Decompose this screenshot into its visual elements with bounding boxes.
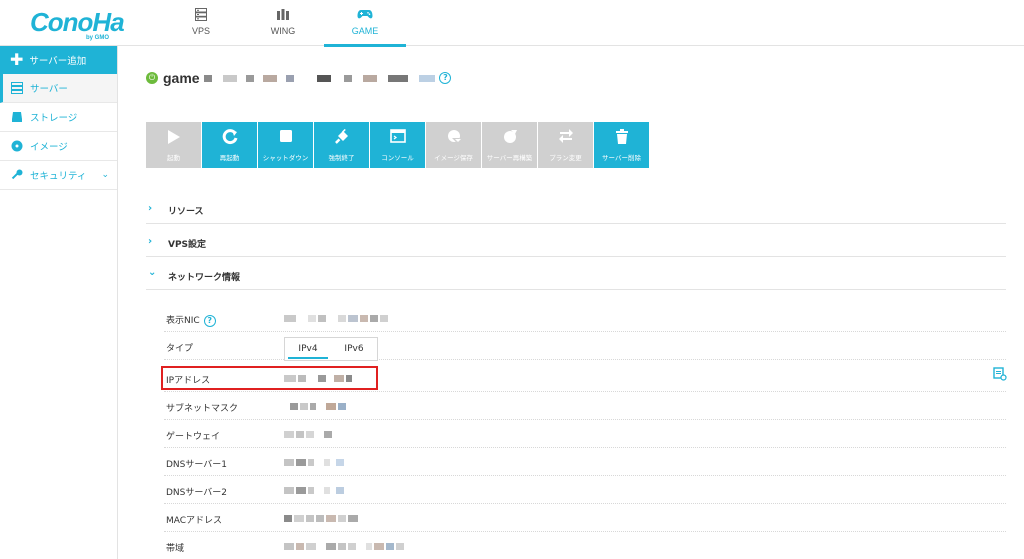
wing-icon [277,9,289,20]
row-label: DNSサーバー2 [166,488,228,498]
row-label: DNSサーバー1 [166,460,228,470]
ip-address-highlight [161,366,378,390]
save-image-label: イメージ保存 [434,154,473,162]
logo-sub: by GMO [86,35,110,41]
rebuild-label: サーバー再構築 [486,154,533,162]
console-button[interactable]: コンソール [370,122,425,168]
console-icon [389,129,406,143]
sidebar-item-label: サーバー [30,84,68,95]
chevron-right-icon: › [148,236,153,247]
row-label: タイプ [166,344,194,354]
row-value-redacted [284,543,406,559]
row-label: 帯域 [166,544,185,554]
server-icon [10,82,23,95]
ipv6-option[interactable]: IPv6 [331,338,377,360]
network-row-gateway: ゲートウェイ [164,420,1006,448]
save-image-button[interactable]: イメージ保存 [426,122,481,168]
network-row-dns2: DNSサーバー2 [164,476,1006,504]
sidebar-item-label: イメージ [30,142,68,153]
tab-game[interactable]: GAME [324,0,406,47]
force-stop-button[interactable]: 強制終了 [314,122,369,168]
key-icon [10,169,23,182]
sidebar-item-label: ストレージ [30,113,78,124]
plan-change-button[interactable]: プラン変更 [538,122,593,168]
help-icon[interactable]: ? [439,71,452,84]
image-save-icon [447,130,461,142]
trash-icon [615,129,628,144]
row-label: MACアドレス [166,516,223,526]
shutdown-label: シャットダウン [262,154,309,162]
sidebar-item-image[interactable]: イメージ [0,132,117,161]
server-name: game [163,69,200,86]
server-icon [195,8,207,21]
ipv4-option[interactable]: IPv4 [285,338,331,360]
add-server-label: サーバー追加 [29,56,87,67]
main-content: ⏻ game ? 起動 再起動 シャットダウン 強制終了 コンソール イメージ保… [118,46,1024,559]
sidebar: ✚ サーバー追加 サーバー ストレージ イメージ セキュリティ ⌄ [0,46,118,559]
restart-label: 再起動 [219,154,240,162]
server-name-redacted [203,68,436,87]
row-label: サブネットマスク [166,404,239,414]
network-row-subnet: サブネットマスク [164,392,1006,420]
network-row-nic: 表示NIC? [164,304,1006,332]
ip-type-toggle: IPv4 IPv6 [284,337,378,361]
row-label: ゲートウェイ [166,432,221,442]
action-toolbar: 起動 再起動 シャットダウン 強制終了 コンソール イメージ保存 サーバー再構築 [146,122,650,168]
section-vps-settings[interactable]: › VPS設定 [146,227,1006,257]
tab-wing[interactable]: WING [242,0,324,46]
network-row-dns1: DNSサーバー1 [164,448,1006,476]
power-status-icon: ⏻ [146,71,158,84]
tab-vps-label: VPS [191,26,210,36]
start-button[interactable]: 起動 [146,122,201,168]
chevron-down-icon: ⌄ [148,267,157,278]
delete-server-label: サーバー削除 [602,154,641,162]
plan-change-label: プラン変更 [549,154,582,162]
section-resource[interactable]: › リソース [146,194,1006,224]
force-stop-label: 強制終了 [328,154,355,162]
console-label: コンソール [381,154,414,162]
restart-button[interactable]: 再起動 [202,122,257,168]
conoha-logo[interactable]: ConoHa by GMO [30,7,130,41]
shutdown-button[interactable]: シャットダウン [258,122,313,168]
tab-game-label: GAME [351,26,379,36]
gamepad-icon [357,10,373,19]
plus-icon: ✚ [10,50,24,69]
image-icon [10,140,23,153]
copy-icon[interactable] [993,367,1007,381]
sidebar-item-server[interactable]: サーバー [0,74,117,103]
tab-vps[interactable]: VPS [160,0,242,46]
play-icon [167,130,180,144]
storage-icon [10,111,23,124]
section-network[interactable]: ⌄ ネットワーク情報 [146,260,1006,290]
server-title: ⏻ game ? [146,68,452,87]
add-server-button[interactable]: ✚ サーバー追加 [0,46,117,74]
start-label: 起動 [167,154,180,162]
delete-server-button[interactable]: サーバー削除 [594,122,649,168]
sidebar-item-storage[interactable]: ストレージ [0,103,117,132]
rebuild-button[interactable]: サーバー再構築 [482,122,537,168]
sidebar-item-label: セキュリティ [30,171,87,182]
chevron-down-icon: ⌄ [101,170,109,180]
swap-icon [558,129,573,143]
section-title: リソース [168,207,204,217]
section-title: ネットワーク情報 [168,273,241,283]
network-row-bandwidth: 帯域 [164,532,1006,559]
top-header: ConoHa by GMO VPS WING GAME [0,0,1024,47]
logo-text: ConoHa [30,7,125,37]
restart-icon [222,129,237,145]
top-nav: VPS WING GAME [160,0,406,47]
tab-wing-label: WING [270,26,296,36]
section-title: VPS設定 [168,240,207,250]
network-row-mac: MACアドレス [164,504,1006,532]
sidebar-item-security[interactable]: セキュリティ ⌄ [0,161,117,190]
plug-icon [334,129,348,144]
help-icon[interactable]: ? [203,314,216,327]
stop-icon [279,130,292,142]
rebuild-icon [503,130,517,143]
chevron-right-icon: › [148,203,153,214]
row-label: 表示NIC? [166,313,216,327]
